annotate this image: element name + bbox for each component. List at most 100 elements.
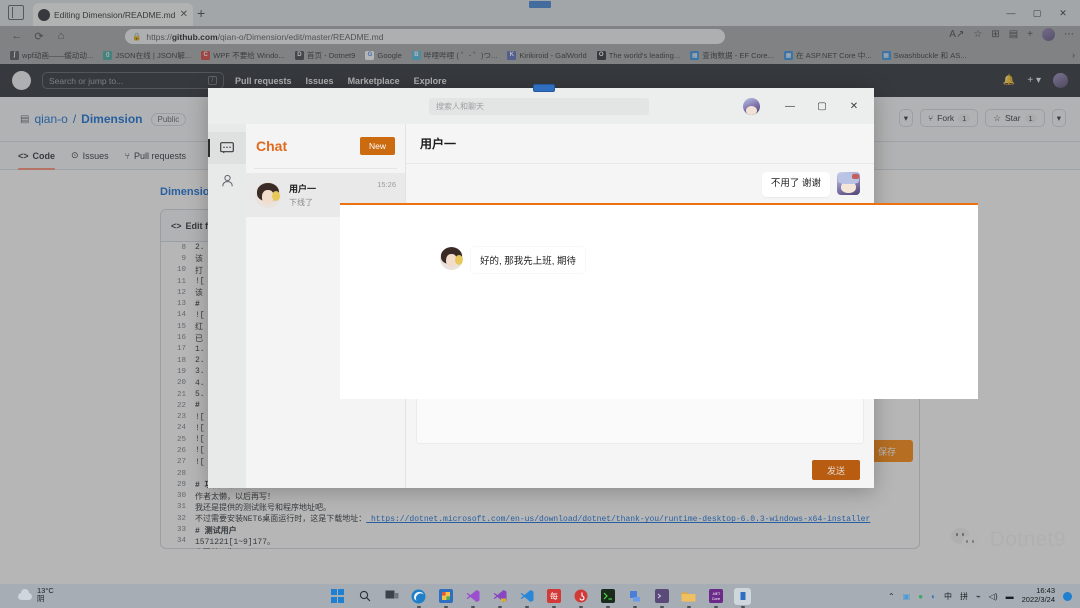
tab-code[interactable]: <> Code [18, 142, 56, 170]
back-icon[interactable]: ← [6, 27, 28, 45]
folder-icon[interactable] [680, 588, 697, 605]
chat-maximize-button[interactable]: ▢ [806, 88, 838, 124]
minimize-button[interactable]: — [998, 3, 1024, 23]
bookmark-label: Google [377, 50, 402, 60]
wifi-icon[interactable]: ⌁ [976, 592, 981, 601]
bookmarks-overflow-icon[interactable]: › [1072, 50, 1075, 60]
browser-tab[interactable]: Editing Dimension/README.md ✕ [33, 3, 193, 26]
github-search-input[interactable]: Search or jump to... / [42, 72, 224, 89]
bookmark-item[interactable]: B 哔哩哔哩 ( ゜- ゜)つ... [408, 49, 501, 62]
repo-name[interactable]: Dimension [81, 112, 142, 126]
bookmark-label: Kirikiroid - GalWorld [519, 50, 587, 60]
fork-button[interactable]: ⑂ Fork 1 [920, 109, 979, 127]
bookmarks-bar: ʃ wpf动画——缓动动... {} JSON在线 | JSON解... C WPF … [0, 46, 1080, 64]
notifications-dropdown[interactable]: ▾ [898, 109, 914, 127]
line-text: 该 [195, 289, 203, 299]
line-text: ![ [195, 277, 205, 287]
new-chat-button[interactable]: New [359, 137, 395, 155]
user-avatar[interactable] [743, 97, 760, 115]
profile-avatar[interactable] [1042, 28, 1055, 41]
netease-music-icon[interactable] [572, 588, 589, 605]
app-window-icon[interactable] [734, 587, 751, 605]
bookmark-item[interactable]: ▦ 查询数据 - EF Core... [686, 49, 778, 62]
extensions-icon[interactable]: + [1027, 29, 1033, 40]
nav-pull-requests[interactable]: Pull requests [235, 76, 292, 86]
plus-icon[interactable]: + ▾ [1027, 75, 1041, 86]
close-icon[interactable]: ✕ [180, 9, 188, 20]
bookmark-item[interactable]: ▦ 在 ASP.NET Core 中... [780, 49, 876, 62]
github-logo-icon[interactable] [12, 71, 31, 90]
bookmark-item[interactable]: D 首页 - Dotnet9 [291, 49, 360, 62]
bookmark-item[interactable]: ▦ Swashbuckle 和 AS... [878, 49, 971, 62]
favorites-bar-icon[interactable]: ▤ [1009, 29, 1018, 40]
collections-icon[interactable]: ⊞ [991, 29, 999, 40]
avatar[interactable] [1053, 73, 1068, 88]
chat-minimize-button[interactable]: — [774, 88, 806, 124]
bookmark-item[interactable]: K Kirikiroid - GalWorld [503, 50, 590, 61]
chat-close-button[interactable]: ✕ [838, 88, 870, 124]
tray-app-1-icon[interactable]: ▣ [903, 592, 911, 601]
favorite-icon[interactable]: ☆ [973, 29, 982, 40]
nav-explore[interactable]: Explore [414, 76, 447, 86]
tab-issues[interactable]: ⊙ Issues [71, 142, 109, 170]
rail-item-chat[interactable] [208, 132, 246, 164]
avatar [440, 247, 463, 270]
rail-item-contacts[interactable] [208, 164, 246, 196]
more-icon[interactable]: ⋯ [1064, 29, 1074, 40]
repo-owner[interactable]: qian-o [34, 112, 67, 126]
tab-list-icon[interactable] [8, 5, 24, 20]
bookmark-item[interactable]: G Google [361, 50, 406, 61]
clock[interactable]: 16:43 2022/3/24 [1022, 587, 1055, 604]
read-aloud-icon[interactable]: A↗ [949, 29, 964, 40]
bookmark-item[interactable]: ʃ wpf动画——缓动动... [6, 49, 97, 62]
conversation-header: 用户一 [406, 124, 874, 164]
visual-studio-icon[interactable] [464, 588, 481, 605]
send-button[interactable]: 发送 [812, 460, 860, 480]
ime-pinyin-icon[interactable]: 拼 [960, 591, 968, 602]
nav-issues[interactable]: Issues [306, 76, 334, 86]
visual-studio-2-icon[interactable] [491, 588, 508, 605]
line-text: 不过需要安装NET6桌面运行时，这是下载地址： https://dotnet.m… [195, 515, 871, 525]
github-nav: Pull requests Issues Marketplace Explore [235, 76, 447, 86]
dotnet-core-icon[interactable]: .NET Core [707, 588, 724, 605]
bookmark-item[interactable]: C WPF 不要给 Windo... [197, 49, 289, 62]
start-icon[interactable] [329, 588, 346, 605]
address-bar[interactable]: 🔒 https://github.com/qian-o/Dimension/ed… [125, 29, 725, 44]
code-line: 32 不过需要安装NET6桌面运行时，这是下载地址： https://dotnet… [161, 513, 919, 525]
star-dropdown[interactable]: ▾ [1051, 109, 1066, 127]
edge-icon[interactable] [410, 588, 427, 605]
home-icon[interactable]: ⌂ [50, 27, 72, 45]
vscode-icon[interactable] [518, 588, 535, 605]
bell-icon[interactable]: 🔔 [1003, 75, 1015, 86]
bookmark-item[interactable]: O The world's leading... [593, 50, 685, 61]
maximize-button[interactable]: ▢ [1024, 3, 1050, 23]
bookmark-favicon: {} [103, 50, 113, 60]
tray-app-2-icon[interactable]: ● [918, 592, 923, 601]
external-link[interactable]: https://dotnet.microsoft.com/en-us/downl… [366, 515, 870, 524]
tray-app-3-icon[interactable]: ◐ [931, 592, 936, 601]
battery-icon[interactable]: ▬ [1006, 592, 1014, 601]
task-view-icon[interactable] [383, 588, 400, 605]
chevron-up-icon[interactable]: ⌃ [888, 592, 895, 601]
avatar [837, 172, 860, 195]
chat-title-bar[interactable]: 搜索人和聊天 — ▢ ✕ [208, 84, 874, 124]
reload-icon[interactable]: ⟳ [28, 27, 50, 45]
divider [254, 168, 397, 169]
nav-marketplace[interactable]: Marketplace [348, 76, 400, 86]
star-button[interactable]: ☆ Star 1 [985, 109, 1045, 127]
tab-pull-requests[interactable]: ⑂ Pull requests [125, 142, 186, 170]
store-icon[interactable] [437, 588, 454, 605]
chat-search-input[interactable]: 搜索人和聊天 [429, 98, 649, 115]
browser-close-button[interactable]: ✕ [1050, 3, 1076, 23]
terminal-icon[interactable] [599, 588, 616, 605]
search-icon[interactable] [356, 588, 373, 605]
volume-icon[interactable]: ◁) [989, 592, 998, 601]
notification-icon[interactable] [626, 588, 643, 605]
cmd-icon[interactable] [653, 588, 670, 605]
ime-mode-icon[interactable]: 中 [944, 591, 952, 602]
window-drag-handle[interactable] [533, 84, 555, 92]
new-tab-button[interactable]: + [197, 6, 205, 20]
bookmark-item[interactable]: {} JSON在线 | JSON解... [99, 49, 195, 62]
wechat-work-icon[interactable]: 每 [545, 588, 562, 605]
notification-badge[interactable] [1063, 591, 1072, 601]
